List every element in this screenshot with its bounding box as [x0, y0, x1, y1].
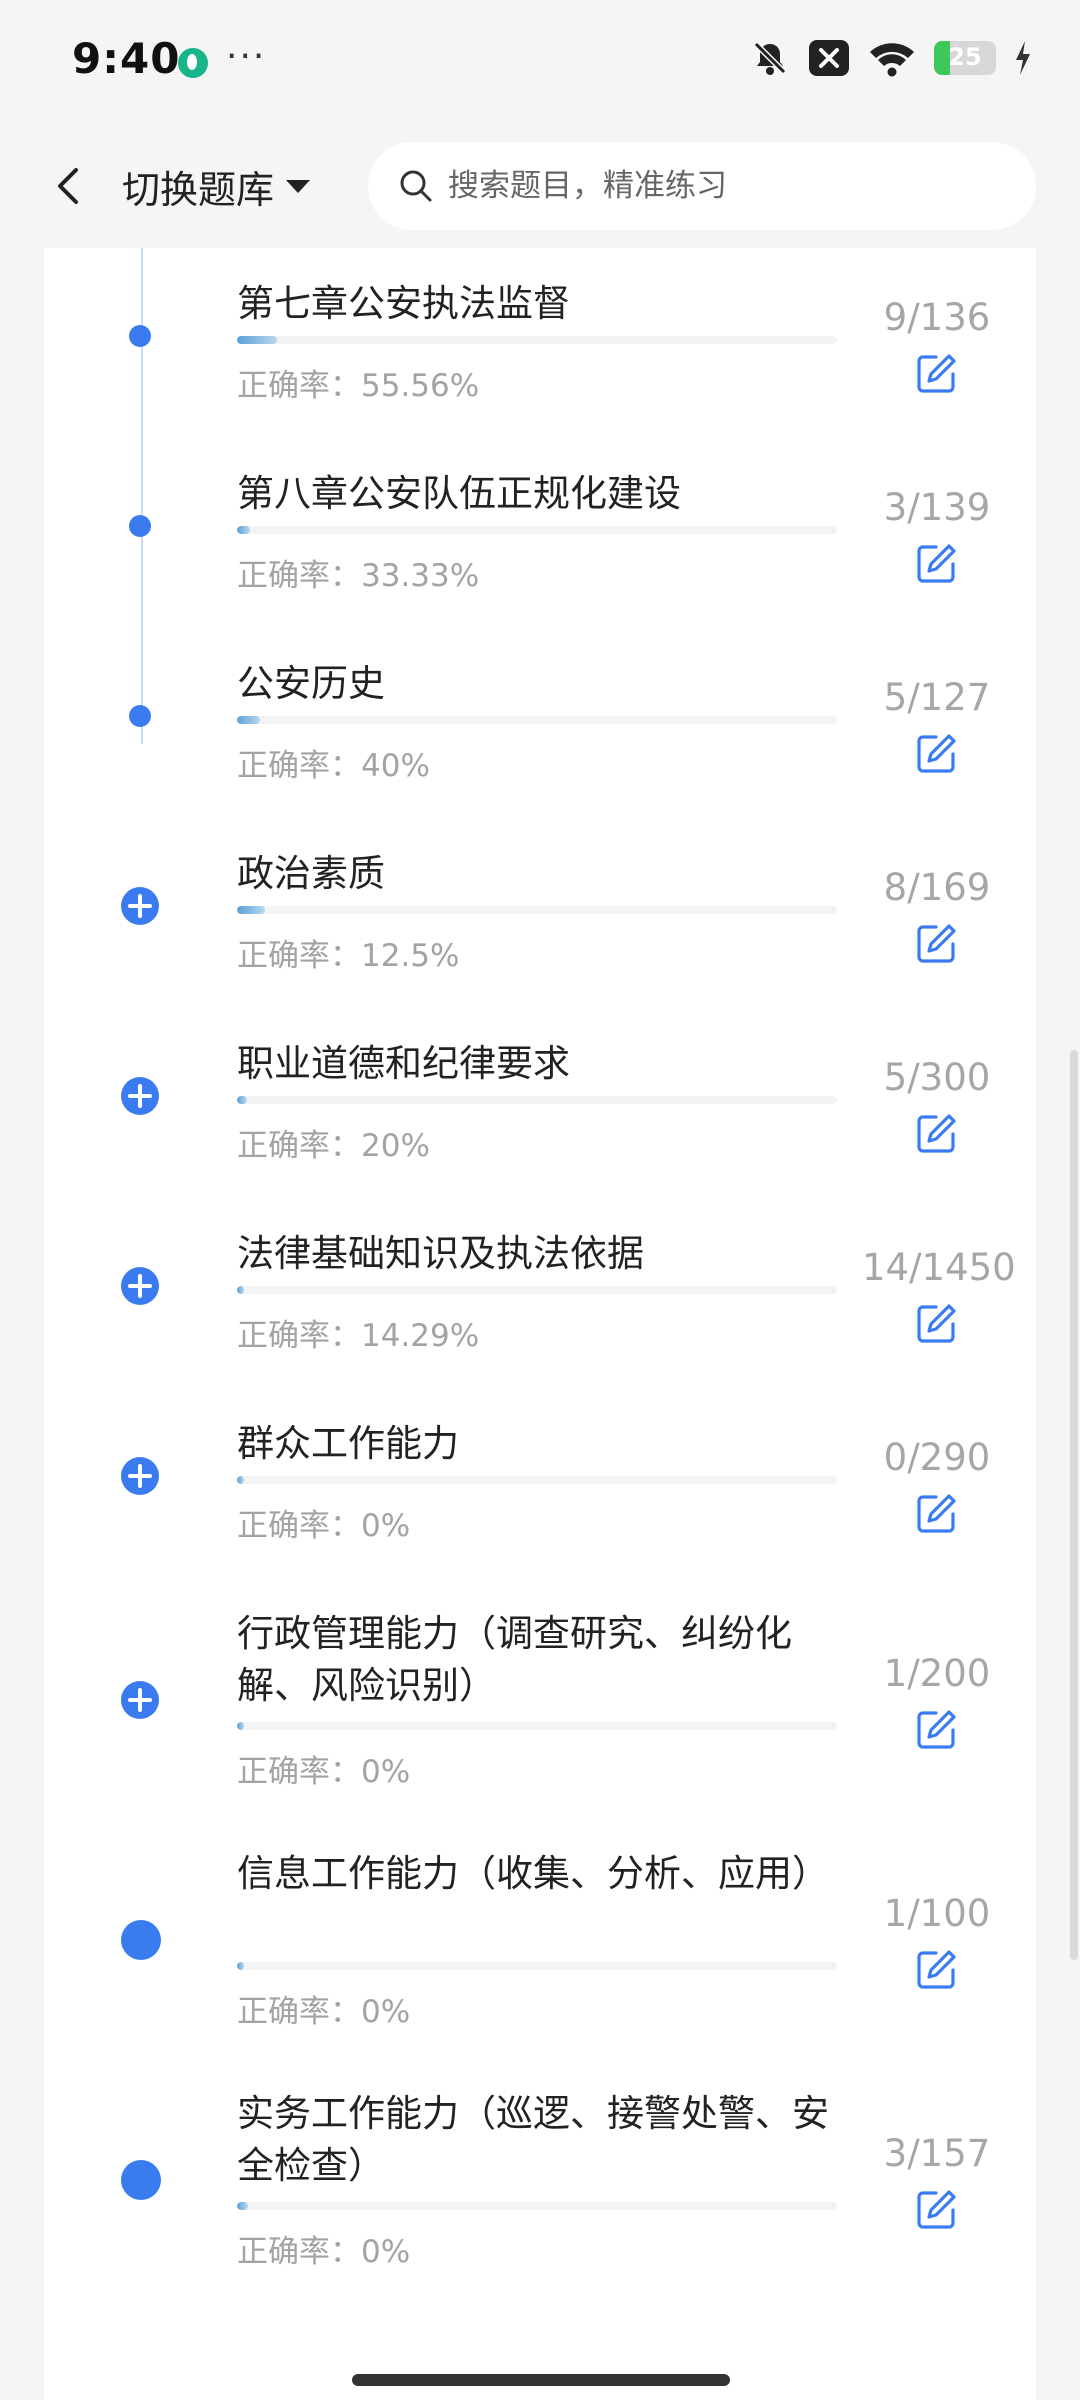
edit-icon[interactable]	[914, 1112, 958, 1156]
caret-down-icon	[286, 180, 311, 193]
progress-fill	[237, 336, 277, 344]
chevron-left-icon	[58, 168, 78, 204]
plus-circle-icon[interactable]	[120, 1266, 160, 1306]
question-count: 0/290	[883, 1436, 991, 1479]
progress-bar	[237, 2202, 837, 2210]
search-box[interactable]	[368, 142, 1036, 230]
timeline-dot	[129, 705, 151, 727]
chapter-card	[44, 248, 1036, 2400]
question-count: 14/1450	[862, 1246, 1016, 1289]
question-count: 1/200	[883, 1652, 991, 1695]
more-notifications: ···	[226, 36, 267, 77]
progress-bar	[237, 1722, 837, 1730]
edit-icon[interactable]	[914, 1302, 958, 1346]
switch-bank-label: 切换题库	[122, 167, 275, 212]
progress-fill	[237, 906, 266, 914]
timeline-big-dot	[121, 1920, 161, 1960]
close-box-icon	[809, 40, 849, 76]
progress-fill	[237, 1962, 245, 1970]
progress-fill	[237, 526, 251, 534]
accuracy-text: 正确率：0%	[237, 1508, 411, 1544]
bell-off-icon	[753, 41, 787, 75]
question-count: 5/127	[883, 676, 991, 719]
battery-level: 25	[948, 43, 982, 71]
timeline-line	[141, 248, 143, 744]
plus-circle-icon[interactable]	[120, 1680, 160, 1720]
timeline-big-dot	[121, 2160, 161, 2200]
chapter-title: 公安历史	[237, 662, 385, 705]
charging-icon	[1016, 41, 1030, 75]
progress-fill	[237, 1722, 245, 1730]
accuracy-text: 正确率：0%	[237, 1994, 411, 2030]
edit-icon[interactable]	[914, 732, 958, 776]
progress-fill	[237, 716, 261, 724]
progress-bar	[237, 1962, 837, 1970]
edit-icon[interactable]	[914, 542, 958, 586]
question-count: 3/157	[883, 2132, 991, 2175]
edit-icon[interactable]	[914, 1708, 958, 1752]
chapter-title: 政治素质	[237, 852, 385, 895]
plus-circle-icon[interactable]	[120, 1076, 160, 1116]
status-icons: 25	[750, 38, 1032, 78]
search-icon	[396, 166, 436, 206]
progress-bar	[237, 906, 837, 914]
progress-bar	[237, 1286, 837, 1294]
question-count: 5/300	[883, 1056, 991, 1099]
accuracy-text: 正确率：14.29%	[237, 1318, 480, 1354]
back-button[interactable]	[40, 156, 100, 216]
home-indicator[interactable]	[352, 2374, 730, 2386]
edit-icon[interactable]	[914, 922, 958, 966]
plus-circle-icon[interactable]	[120, 1456, 160, 1496]
status-bar: 9:40 ··· 25	[0, 0, 1080, 124]
edit-icon[interactable]	[914, 352, 958, 396]
top-bar: 切换题库	[0, 124, 1080, 248]
status-time: 9:40	[72, 34, 181, 83]
chapter-list-area[interactable]: 第七章公安执法监督 正确率：55.56% 9/136 第八章公安队伍正规化建设 …	[0, 248, 1080, 2400]
progress-fill	[237, 1096, 248, 1104]
timeline-dot	[129, 515, 151, 537]
progress-bar	[237, 526, 837, 534]
wifi-icon	[870, 43, 914, 77]
progress-bar	[237, 716, 837, 724]
chapter-title: 信息工作能力（收集、分析、应用）	[237, 1852, 829, 1895]
plus-circle-icon[interactable]	[120, 886, 160, 926]
chapter-title: 实务工作能力（巡逻、接警处警、安全检查）	[237, 2092, 829, 2187]
switch-question-bank[interactable]: 切换题库	[122, 156, 312, 216]
timeline-dot	[129, 325, 151, 347]
green-app-icon	[178, 48, 208, 78]
progress-bar	[237, 1476, 837, 1484]
question-count: 9/136	[883, 296, 991, 339]
accuracy-text: 正确率：12.5%	[237, 938, 460, 974]
chapter-title: 职业道德和纪律要求	[237, 1042, 570, 1085]
chapter-title: 行政管理能力（调查研究、纠纷化解、风险识别）	[237, 1612, 792, 1707]
question-count: 1/100	[883, 1892, 991, 1935]
chapter-title: 第八章公安队伍正规化建设	[237, 472, 681, 515]
chapter-title: 第七章公安执法监督	[237, 282, 570, 325]
accuracy-text: 正确率：40%	[237, 748, 430, 784]
progress-fill	[237, 1476, 245, 1484]
accuracy-text: 正确率：0%	[237, 1754, 411, 1790]
progress-fill	[237, 1286, 245, 1294]
edit-icon[interactable]	[914, 1948, 958, 1992]
question-count: 8/169	[883, 866, 991, 909]
progress-bar	[237, 1096, 837, 1104]
edit-icon[interactable]	[914, 1492, 958, 1536]
progress-bar	[237, 336, 837, 344]
chapter-title: 法律基础知识及执法依据	[237, 1232, 644, 1275]
battery-icon: 25	[934, 41, 996, 75]
progress-fill	[237, 2202, 249, 2210]
accuracy-text: 正确率：0%	[237, 2234, 411, 2270]
question-count: 3/139	[883, 486, 991, 529]
chapter-title: 群众工作能力	[237, 1422, 459, 1465]
search-input[interactable]	[446, 167, 1010, 205]
accuracy-text: 正确率：20%	[237, 1128, 430, 1164]
edit-icon[interactable]	[914, 2188, 958, 2232]
accuracy-text: 正确率：55.56%	[237, 368, 480, 404]
accuracy-text: 正确率：33.33%	[237, 558, 480, 594]
scrollbar[interactable]	[1070, 1050, 1078, 1960]
